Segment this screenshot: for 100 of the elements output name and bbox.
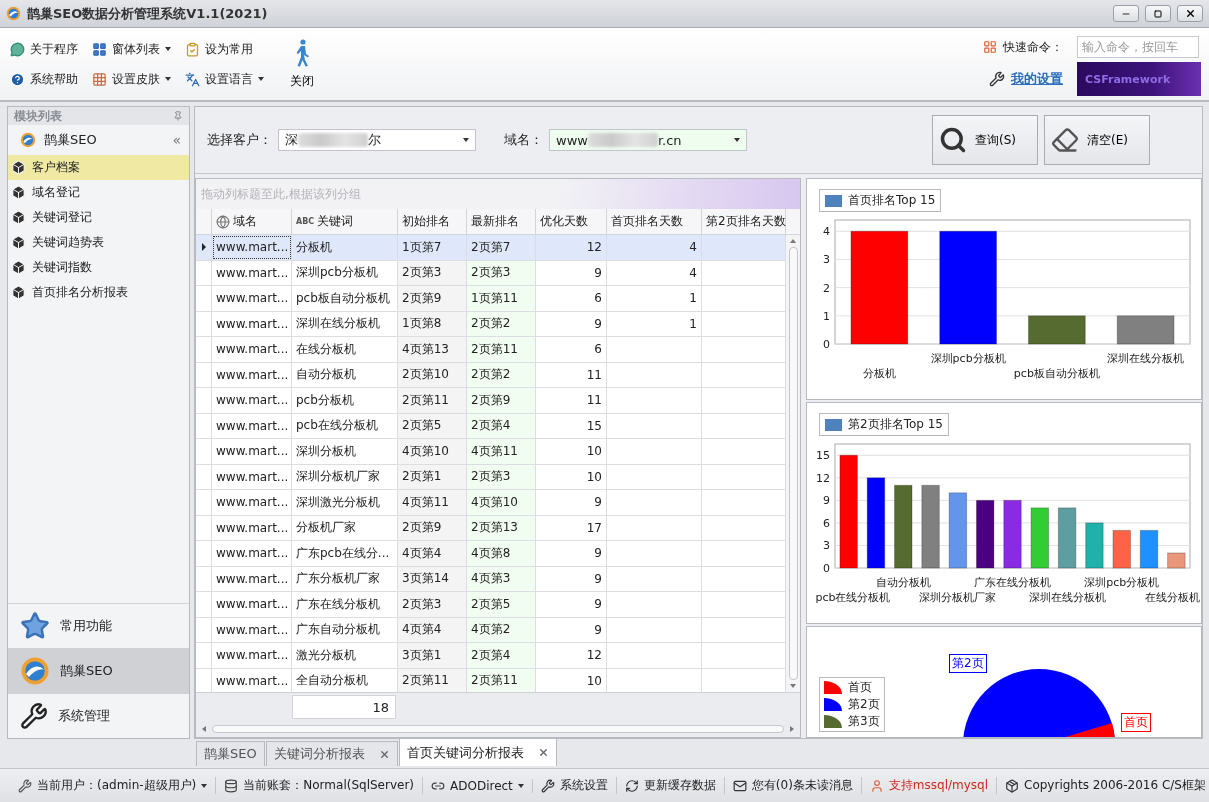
status-item[interactable]: 更新缓存数据 [616, 777, 725, 794]
status-item[interactable]: ADODirect [423, 778, 533, 793]
cube-icon [11, 210, 26, 225]
tools-icon [989, 71, 1005, 87]
database-icon [224, 778, 239, 793]
ribbon-button[interactable]: 设置皮肤 [90, 64, 173, 94]
table-row[interactable]: www.mart... 激光分板机 3页第1 2页第4 12 [196, 643, 786, 669]
domain-field[interactable]: www r.cn [549, 129, 747, 151]
table-cell: 4 [689, 240, 697, 255]
close-button[interactable] [1177, 5, 1203, 22]
chart-legend: 第2页排名Top 15 [819, 413, 949, 436]
table-cell: 9 [594, 597, 602, 612]
tools-icon [20, 702, 48, 730]
column-header[interactable]: 优化天数 [540, 213, 588, 230]
table-row[interactable]: www.mart... 广东分板机厂家 3页第14 4页第3 9 [196, 566, 786, 592]
table-cell: 2页第3 [471, 468, 511, 486]
status-item[interactable]: 当前用户：(admin-超级用户) [10, 777, 217, 794]
domain-label: 域名： [504, 131, 543, 149]
table-row[interactable]: www.mart... pcb板自动分板机 2页第9 1页第11 6 1 [196, 286, 786, 312]
close-icon[interactable] [378, 748, 390, 760]
column-header[interactable]: 第2页排名天数 [706, 213, 786, 230]
document-tab[interactable]: 首页关键词分析报表 [398, 738, 557, 766]
table-cell: 4页第3 [471, 570, 511, 588]
table-row[interactable]: www.mart... 分板机厂家 2页第9 2页第13 17 [196, 515, 786, 541]
windows-icon [92, 41, 107, 57]
y-tick-label: 2 [823, 281, 830, 295]
scrollbar-thumb[interactable] [788, 247, 798, 680]
table-cell: 4页第8 [471, 544, 511, 562]
ribbon-button[interactable]: 关于程序 [8, 34, 80, 64]
ribbon-button[interactable]: 系统帮助 [8, 64, 80, 94]
status-item[interactable]: 您有(0)条未读消息 [724, 777, 862, 794]
customer-field[interactable]: 深 尔 [278, 129, 476, 151]
banner[interactable]: CSFramework [1077, 62, 1201, 96]
close-icon[interactable] [537, 747, 549, 758]
table-cell: 4页第11 [402, 493, 449, 511]
table-cell: pcb在线分板机 [296, 417, 378, 435]
x-axis-label: 分板机 [862, 367, 896, 380]
module-item[interactable]: 域名登记 [8, 180, 189, 205]
table-cell: 15 [586, 418, 602, 433]
table-row[interactable]: www.mart... 深圳激光分板机 4页第11 4页第10 9 [196, 490, 786, 516]
table-row[interactable]: www.mart... 深圳分板机 4页第10 4页第11 10 [196, 439, 786, 465]
table-row[interactable]: www.mart... 分板机 1页第7 2页第7 12 4 [196, 235, 786, 261]
status-item[interactable]: 系统设置 [532, 777, 617, 794]
column-header[interactable]: 首页排名天数 [611, 213, 683, 230]
minimize-button[interactable] [1113, 5, 1139, 22]
column-header[interactable]: 初始排名 [402, 213, 450, 230]
ribbon-button[interactable]: 设置语言 [183, 64, 266, 94]
nav-button[interactable]: 系统管理 [8, 693, 189, 738]
x-axis-label: 广东在线分板机 [974, 576, 1051, 589]
table-cell: 4页第11 [471, 442, 518, 460]
table-row[interactable]: www.mart... 深圳分板机厂家 2页第1 2页第3 10 [196, 464, 786, 490]
table-row[interactable]: www.mart... pcb分板机 2页第11 2页第9 11 [196, 388, 786, 414]
column-header[interactable]: 域名 [233, 213, 257, 230]
module-item[interactable]: 首页排名分析报表 [8, 280, 189, 305]
table-cell: 2页第4 [471, 417, 511, 435]
status-item[interactable]: 当前账套：Normal(SqlServer) [216, 777, 423, 794]
table-row[interactable]: www.mart... 广东自动分板机 4页第4 4页第2 9 [196, 617, 786, 643]
pin-icon[interactable] [173, 111, 183, 121]
close-app-button[interactable]: 关闭 [284, 28, 320, 100]
maximize-button[interactable] [1145, 5, 1171, 22]
search-button[interactable]: 查询(S) [932, 115, 1038, 165]
x-axis-label: 深圳在线分板机 [1028, 591, 1106, 604]
document-tab[interactable]: 鹊巢SEO [196, 741, 265, 766]
table-cell: www.mart... [216, 648, 289, 663]
collapse-glyph[interactable]: « [172, 132, 181, 148]
table-row[interactable]: www.mart... 深圳pcb分板机 2页第3 2页第3 9 4 [196, 260, 786, 286]
cube-icon [11, 185, 26, 200]
table-cell: 9 [594, 495, 602, 510]
ribbon-button[interactable]: 窗体列表 [90, 34, 173, 64]
settings-link[interactable]: 我的设置 [1011, 70, 1063, 88]
table-cell: 广东pcb在线分... [296, 544, 390, 562]
y-tick-label: 15 [816, 449, 830, 463]
column-header[interactable]: 关键词 [317, 213, 354, 230]
table-cell: 2页第11 [471, 672, 518, 690]
table-row[interactable]: www.mart... pcb在线分板机 2页第5 2页第4 15 [196, 413, 786, 439]
nav-button[interactable]: 鹊巢SEO [8, 648, 189, 693]
bar [1027, 315, 1086, 345]
module-item[interactable]: 客户档案 [8, 155, 189, 180]
clear-button[interactable]: 清空(E) [1044, 115, 1150, 165]
status-item[interactable]: 支持mssql/mysql [861, 777, 997, 794]
table-row[interactable]: www.mart... 广东pcb在线分... 4页第4 4页第8 9 [196, 541, 786, 567]
table-row[interactable]: www.mart... 深圳在线分板机 1页第8 2页第2 9 1 [196, 311, 786, 337]
walking-person-icon [294, 38, 310, 67]
module-item[interactable]: 关键词指数 [8, 255, 189, 280]
command-field[interactable]: 输入命令，按回车 [1077, 36, 1199, 58]
table-row[interactable]: www.mart... 自动分板机 2页第10 2页第2 11 [196, 362, 786, 388]
ribbon-button[interactable]: 设为常用 [183, 34, 266, 64]
status-item[interactable]: Copyrights 2006-2016 C/S框架 [997, 777, 1209, 794]
document-tab[interactable]: 关键词分析报表 [265, 741, 398, 766]
table-row[interactable]: www.mart... 在线分板机 4页第13 2页第11 6 [196, 337, 786, 363]
table-cell: 11 [586, 393, 602, 408]
module-item[interactable]: 关键词趋势表 [8, 230, 189, 255]
table-row[interactable]: www.mart... 广东在线分板机 2页第3 2页第5 9 [196, 592, 786, 618]
y-tick-label: 1 [823, 309, 830, 323]
module-item[interactable]: 关键词登记 [8, 205, 189, 230]
scrollbar-thumb[interactable] [212, 725, 784, 733]
table-cell: 2页第2 [471, 366, 511, 384]
table-cell: 2页第3 [402, 264, 442, 282]
table-cell: 6 [594, 342, 602, 357]
column-header[interactable]: 最新排名 [471, 213, 519, 230]
